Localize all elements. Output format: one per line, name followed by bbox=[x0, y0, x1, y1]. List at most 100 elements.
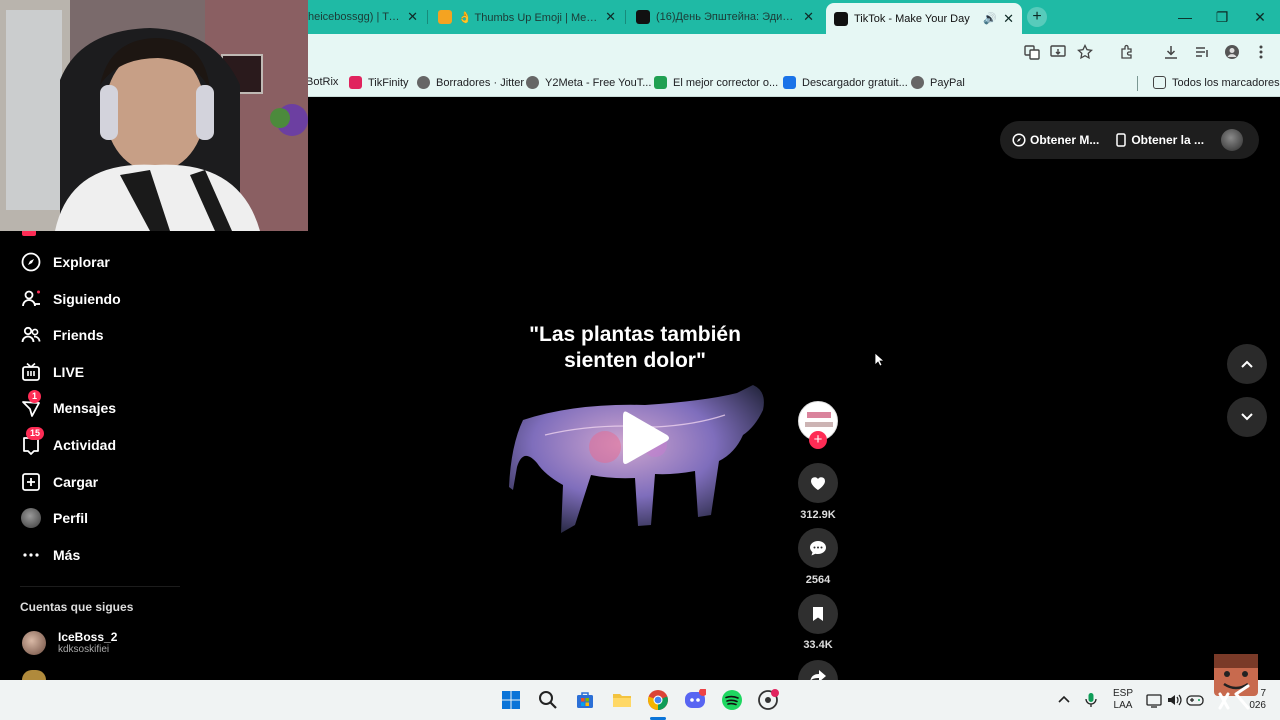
bookmark-icon bbox=[813, 607, 823, 621]
sidebar-item-actividad[interactable]: 15 Actividad bbox=[20, 427, 116, 459]
comment-count: 2564 bbox=[805, 574, 831, 586]
bookmark-y2meta[interactable]: Y2Meta - Free YouT... bbox=[526, 76, 651, 89]
sidebar-item-label: Cargar bbox=[53, 474, 99, 490]
sidebar-item-label: Perfil bbox=[53, 510, 89, 526]
sidebar-item-friends[interactable]: Friends bbox=[20, 321, 104, 349]
following-account[interactable]: IceBoss_2 kdksoskifiei bbox=[22, 630, 117, 655]
next-video-button[interactable] bbox=[1227, 397, 1267, 437]
microphone-icon[interactable] bbox=[1080, 689, 1102, 711]
file-explorer-icon[interactable] bbox=[611, 689, 633, 711]
get-app-button[interactable]: Obtener M... bbox=[1012, 133, 1099, 147]
corrector-icon bbox=[654, 76, 667, 89]
new-tab-button[interactable]: + bbox=[1027, 7, 1047, 27]
sidebar-item-perfil[interactable]: Perfil bbox=[20, 504, 88, 532]
language-indicator[interactable]: ESP LAA bbox=[1108, 688, 1138, 712]
media-control-icon[interactable] bbox=[1192, 42, 1212, 62]
compass-icon bbox=[1012, 133, 1026, 147]
like-count: 312.9K bbox=[800, 509, 836, 521]
all-bookmarks-folder[interactable]: Todos los marcadores bbox=[1153, 76, 1280, 89]
close-icon[interactable]: ✕ bbox=[407, 9, 418, 25]
bookmark-descargador[interactable]: Descargador gratuit... bbox=[783, 76, 908, 89]
previous-video-button[interactable] bbox=[1227, 344, 1267, 384]
install-app-icon[interactable] bbox=[1048, 42, 1068, 62]
sidebar-item-label: Explorar bbox=[53, 254, 110, 270]
globe-icon bbox=[911, 76, 924, 89]
play-icon[interactable] bbox=[621, 408, 671, 468]
speaker-icon[interactable]: 🔊 bbox=[983, 12, 997, 25]
close-icon[interactable]: ✕ bbox=[605, 9, 616, 25]
follow-plus-icon[interactable]: + bbox=[809, 431, 827, 449]
close-icon[interactable]: ✕ bbox=[803, 9, 814, 25]
chevron-up-icon bbox=[1241, 360, 1253, 368]
bookmark-paypal[interactable]: PayPal bbox=[911, 76, 965, 89]
tab-label: TikTok - Make Your Day bbox=[854, 12, 970, 25]
folder-icon bbox=[1153, 76, 1166, 89]
avatar bbox=[22, 670, 46, 680]
tab-tiktok-profile[interactable]: heicebossgg) | TikT ✕ bbox=[300, 4, 426, 30]
close-icon[interactable]: ✕ bbox=[1003, 11, 1014, 27]
account-text: IceBoss_2 kdksoskifiei bbox=[58, 630, 117, 655]
spotify-icon[interactable] bbox=[721, 689, 743, 711]
sticker-overlay bbox=[1214, 654, 1258, 710]
chevron-up-icon[interactable] bbox=[1053, 689, 1075, 711]
sidebar-item-label: Más bbox=[53, 547, 81, 563]
save-count: 33.4K bbox=[803, 639, 833, 651]
bookmark-label: El mejor corrector o... bbox=[673, 76, 779, 89]
sidebar-divider bbox=[20, 586, 180, 587]
bookmark-corrector[interactable]: El mejor corrector o... bbox=[654, 76, 778, 89]
like-button[interactable] bbox=[798, 463, 838, 503]
minimize-button[interactable]: — bbox=[1170, 6, 1200, 28]
mouse-cursor-icon bbox=[874, 352, 884, 367]
volume-icon[interactable] bbox=[1163, 689, 1185, 711]
bookmark-jitter[interactable]: Borradores · Jitter bbox=[417, 76, 524, 89]
extensions-icon[interactable] bbox=[1117, 42, 1137, 62]
infinity-icon bbox=[783, 76, 796, 89]
game-controller-icon[interactable] bbox=[1184, 689, 1206, 711]
sidebar-item-siguiendo[interactable]: Siguiendo bbox=[20, 285, 121, 313]
app-icon[interactable] bbox=[757, 689, 779, 711]
bookmark-divider bbox=[1137, 76, 1138, 91]
profile-avatar-icon[interactable] bbox=[1222, 42, 1242, 62]
maximize-button[interactable]: ❐ bbox=[1207, 6, 1237, 28]
sidebar-item-live[interactable]: LIVE bbox=[20, 358, 84, 386]
sidebar-item-label: Friends bbox=[53, 327, 104, 343]
tab-youtube[interactable]: (16)День Эпштейна: Эдит и О ✕ bbox=[628, 4, 822, 30]
windows-start-icon[interactable] bbox=[500, 689, 522, 711]
menu-kebab-icon[interactable] bbox=[1251, 42, 1271, 62]
all-bookmarks-label: Todos los marcadores bbox=[1172, 76, 1280, 89]
search-icon[interactable] bbox=[537, 689, 559, 711]
translate-icon[interactable] bbox=[1022, 42, 1042, 62]
sidebar-item-label: Mensajes bbox=[53, 400, 117, 416]
sidebar-item-cargar[interactable]: Cargar bbox=[20, 468, 98, 496]
tiktok-icon bbox=[636, 10, 650, 24]
comment-button[interactable] bbox=[798, 528, 838, 568]
heart-icon bbox=[811, 477, 825, 490]
avatar[interactable] bbox=[1221, 129, 1243, 151]
webcam-feed bbox=[0, 0, 308, 231]
screen: heicebossgg) | TikT ✕ 👌 Thumbs Up Emoji … bbox=[0, 0, 1280, 720]
tab-tiktok-active[interactable]: TikTok - Make Your Day 🔊 ✕ bbox=[826, 3, 1022, 34]
tab-divider bbox=[427, 10, 428, 24]
discord-icon[interactable] bbox=[684, 689, 706, 711]
chrome-icon[interactable] bbox=[647, 689, 669, 711]
downloads-icon[interactable] bbox=[1161, 42, 1181, 62]
network-icon[interactable] bbox=[1143, 689, 1165, 711]
compass-icon bbox=[20, 251, 42, 273]
bookmark-star-icon[interactable] bbox=[1075, 42, 1095, 62]
bookmark-label: Y2Meta - Free YouT... bbox=[545, 76, 652, 89]
sidebar-item-explorar[interactable]: Explorar bbox=[20, 248, 110, 276]
store-icon[interactable] bbox=[574, 689, 596, 711]
live-tv-icon bbox=[20, 361, 42, 383]
user-follow-icon bbox=[20, 288, 42, 310]
tab-thumbs-up-emoji[interactable]: 👌 Thumbs Up Emoji | Meaning ✕ bbox=[430, 4, 624, 30]
get-device-button[interactable]: Obtener la ... bbox=[1115, 133, 1204, 147]
sidebar-item-mas[interactable]: Más bbox=[20, 541, 80, 569]
bookmark-tikfinity[interactable]: TikFinity bbox=[349, 76, 409, 89]
logo-fragment bbox=[22, 231, 36, 236]
save-button[interactable] bbox=[798, 594, 838, 634]
close-window-button[interactable]: ✕ bbox=[1245, 6, 1275, 28]
phone-icon bbox=[1116, 133, 1127, 147]
bookmark-botrix[interactable]: BotRix bbox=[306, 76, 338, 88]
sidebar-item-mensajes[interactable]: 1 Mensajes bbox=[20, 390, 117, 422]
account-handle: kdksoskifiei bbox=[58, 644, 110, 655]
